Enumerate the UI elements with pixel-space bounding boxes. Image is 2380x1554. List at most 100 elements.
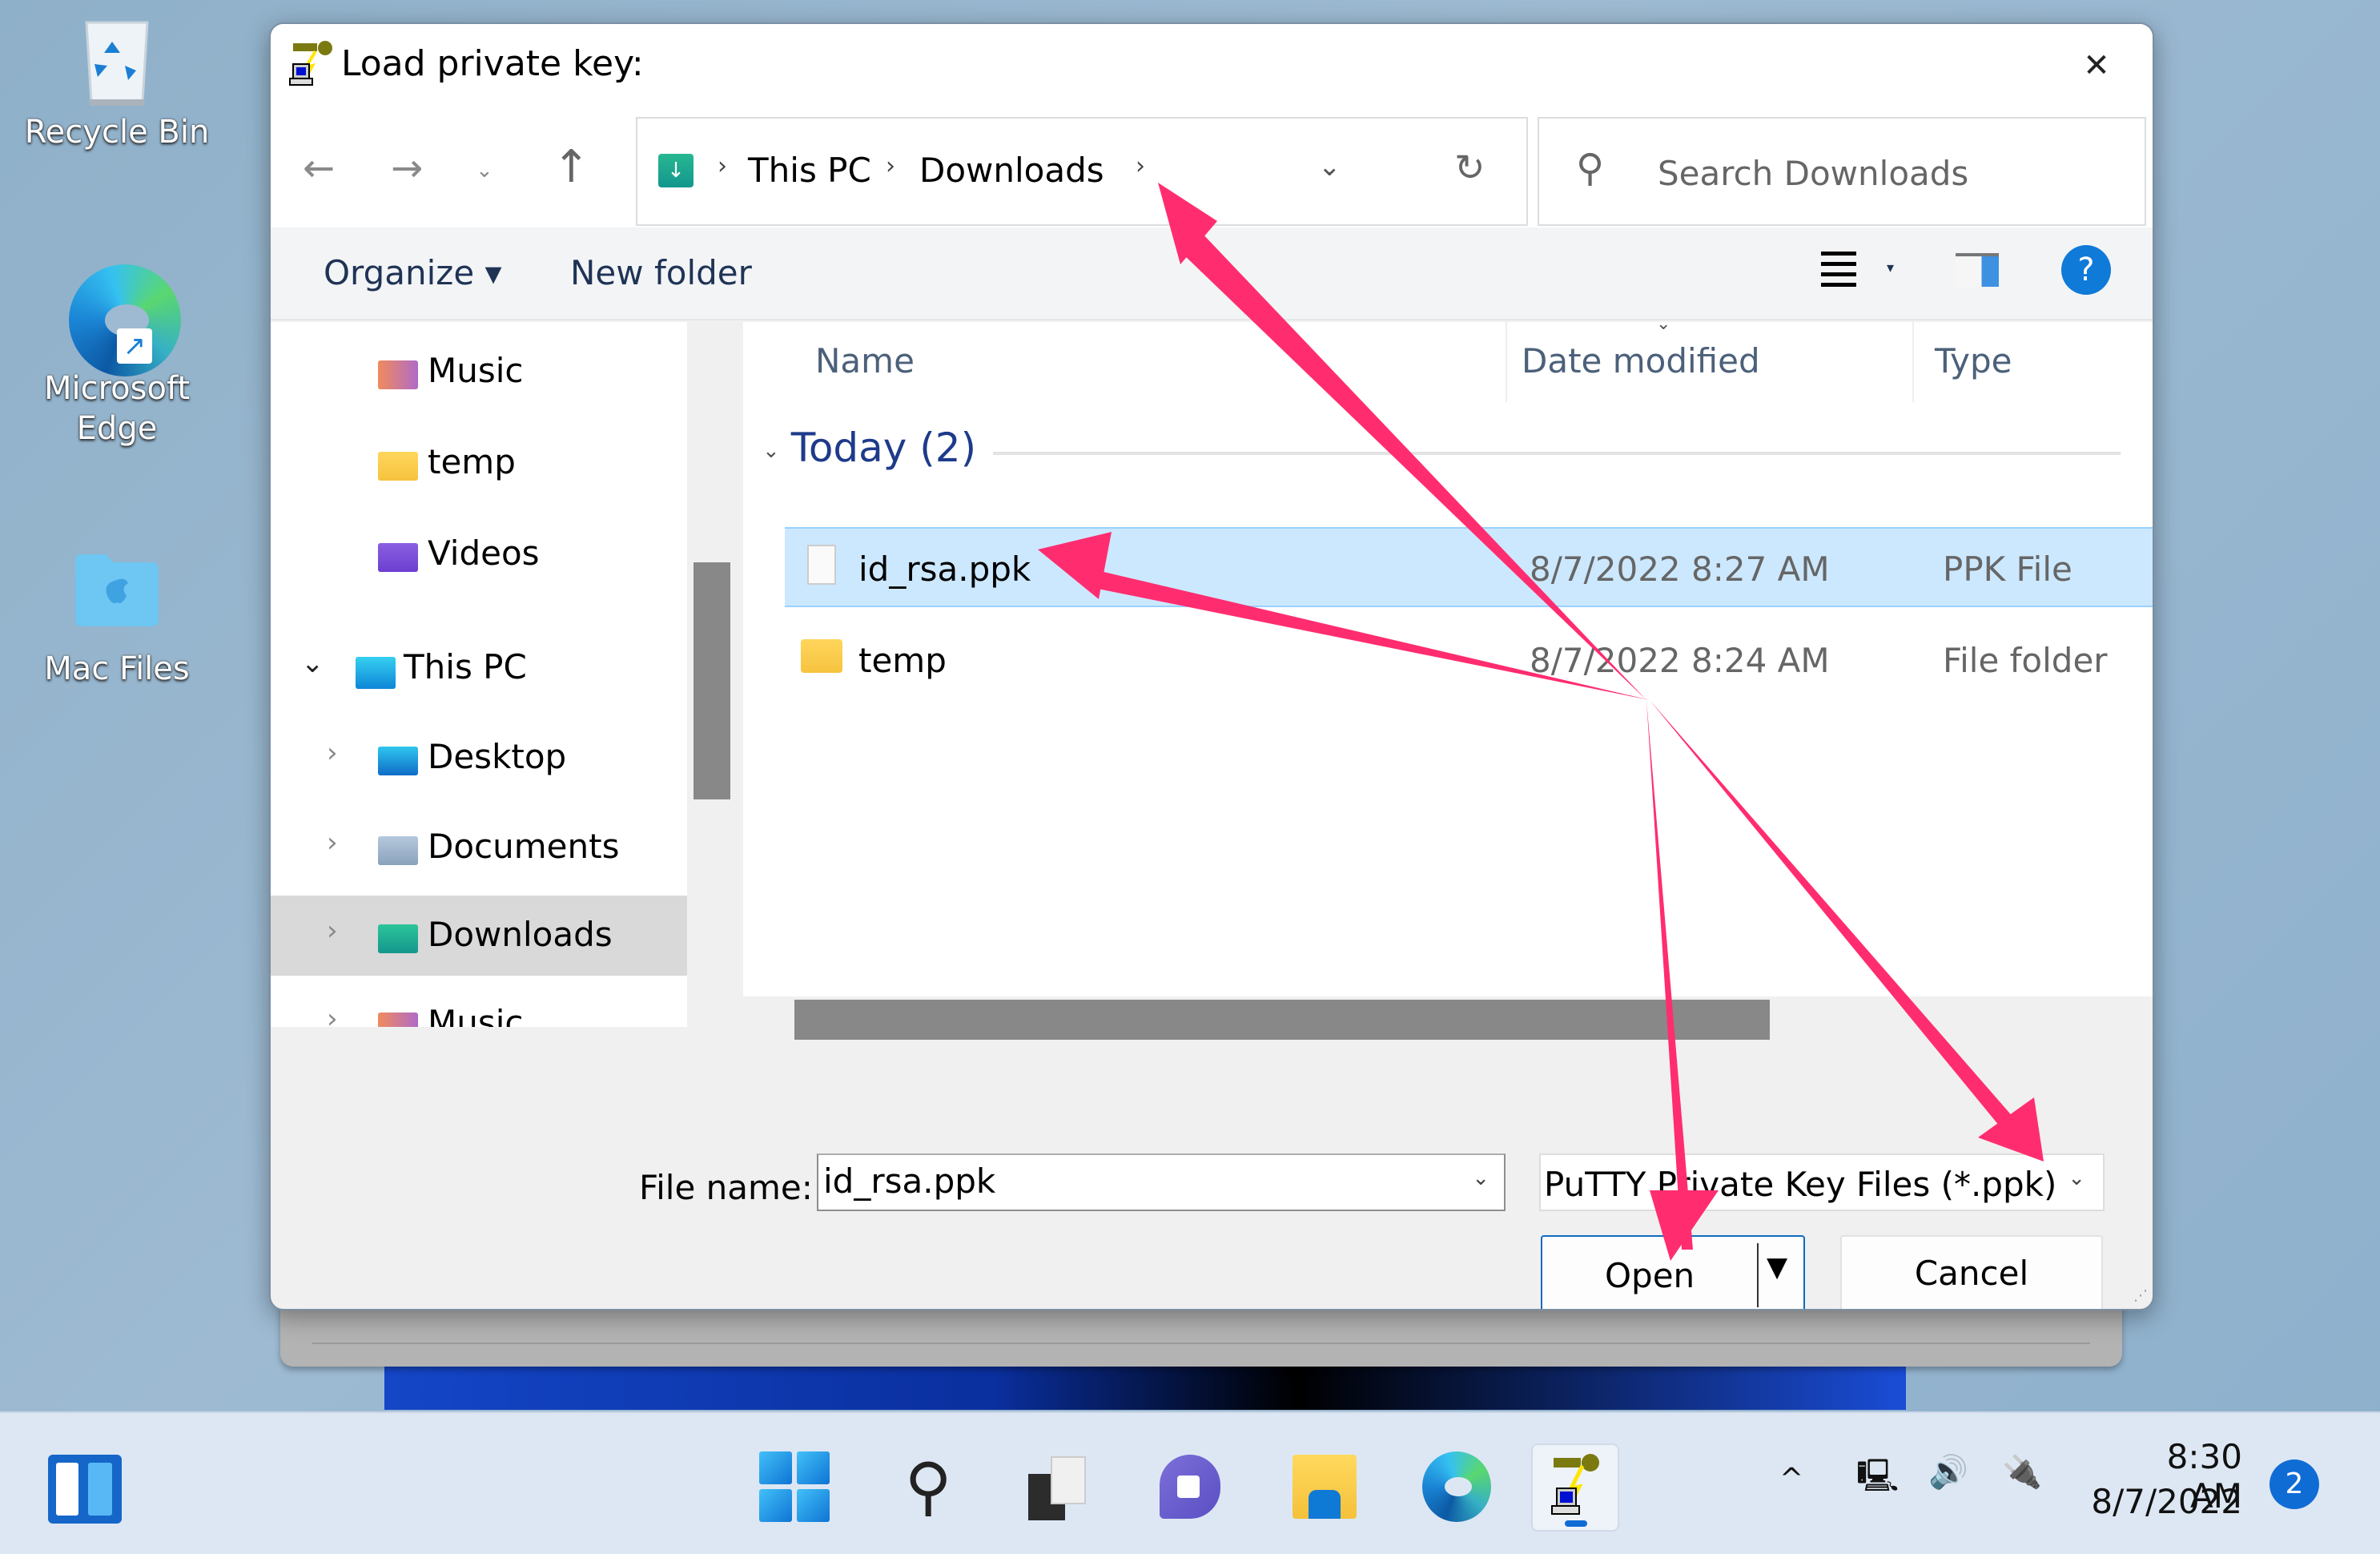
breadcrumb-separator: ›: [718, 152, 727, 180]
help-button[interactable]: ?: [2061, 245, 2111, 295]
desktop-icon-mac-files[interactable]: Mac Files: [13, 545, 221, 689]
music-folder-icon: [378, 360, 418, 389]
running-indicator: [1565, 1520, 1587, 1527]
search-icon: ⚲: [904, 1449, 952, 1524]
new-folder-button[interactable]: New folder: [570, 253, 752, 292]
file-name: id_rsa.ppk: [858, 550, 1031, 589]
forward-button[interactable]: →: [391, 146, 423, 191]
chevron-down-icon[interactable]: ⌄: [301, 647, 324, 679]
arrow-left-icon: ←: [303, 146, 336, 191]
file-list-scroll-thumb[interactable]: [794, 1000, 1770, 1040]
desktop-icon-label: Recycle Bin: [24, 114, 210, 151]
nav-item-videos[interactable]: Videos: [271, 514, 687, 594]
nav-item-downloads[interactable]: › Downloads: [271, 896, 687, 976]
recent-locations-button[interactable]: ⌄: [476, 159, 493, 183]
open-button[interactable]: Open ▼: [1541, 1235, 1805, 1309]
chevron-right-icon[interactable]: ›: [327, 915, 338, 947]
organize-button[interactable]: Organize ▾: [324, 253, 502, 292]
nav-item-documents[interactable]: › Documents: [271, 807, 687, 888]
nav-pane-scroll-thumb[interactable]: [693, 562, 730, 799]
this-pc-icon: [356, 657, 396, 689]
desktop-icon-label: Mac Files: [44, 650, 190, 687]
column-header-type[interactable]: Type: [1935, 341, 2012, 380]
nav-item-this-pc[interactable]: ⌄ This PC: [271, 628, 687, 708]
up-button[interactable]: ↑: [553, 141, 590, 193]
chevron-right-icon[interactable]: ›: [327, 737, 338, 769]
taskbar-puttygen-button[interactable]: [1531, 1443, 1619, 1532]
address-bar[interactable]: ↓ › This PC › Downloads › ⌄ ↻: [636, 117, 1528, 226]
taskbar-chat-button[interactable]: [1145, 1443, 1233, 1532]
breadcrumb-separator: ›: [886, 152, 895, 180]
file-name-input[interactable]: [818, 1155, 1427, 1207]
volume-icon[interactable]: 🔊: [1928, 1453, 1968, 1491]
nav-item-music[interactable]: › Music: [271, 984, 687, 1027]
chevron-right-icon[interactable]: ›: [327, 827, 338, 859]
arrow-up-icon: ↑: [553, 141, 590, 193]
file-name-combobox[interactable]: ⌄: [817, 1153, 1506, 1211]
breadcrumb-this-pc[interactable]: This PC: [748, 151, 871, 190]
title-bar[interactable]: Load private key: ✕: [271, 24, 2153, 117]
cancel-button[interactable]: Cancel: [1840, 1235, 2103, 1309]
column-header-date-modified[interactable]: Date modified: [1522, 341, 1760, 380]
address-history-dropdown[interactable]: ⌄: [1318, 151, 1341, 183]
search-placeholder: Search Downloads: [1658, 154, 1969, 193]
open-options-dropdown[interactable]: ▼: [1767, 1251, 1787, 1283]
taskbar-start-button[interactable]: [750, 1443, 838, 1532]
breadcrumb-downloads[interactable]: Downloads: [919, 151, 1104, 190]
resize-grip-icon[interactable]: ⋰: [2133, 1287, 2148, 1304]
battery-charging-icon[interactable]: 🔌: [2002, 1453, 2042, 1491]
show-hidden-icons-button[interactable]: ^: [1779, 1463, 1803, 1496]
search-icon: ⚲: [1576, 146, 1605, 191]
chevron-right-icon[interactable]: ›: [327, 1003, 338, 1027]
shortcut-arrow-icon: ↗: [117, 328, 152, 364]
taskbar-file-explorer-button[interactable]: [1280, 1443, 1368, 1532]
refresh-button[interactable]: ↻: [1454, 146, 1485, 189]
desktop-icon-microsoft-edge[interactable]: ↗ Microsoft Edge: [13, 264, 221, 449]
view-options-button[interactable]: [1816, 245, 1861, 295]
breadcrumb-separator[interactable]: ›: [1136, 152, 1145, 180]
nav-item-desktop[interactable]: › Desktop: [271, 718, 687, 798]
file-date: 8/7/2022 8:27 AM: [1530, 550, 1830, 589]
file-name: temp: [858, 641, 947, 680]
folder-icon: [801, 639, 842, 673]
column-divider[interactable]: [1506, 322, 1507, 402]
file-type-filter[interactable]: PuTTY Private Key Files (*.ppk) ⌄: [1539, 1153, 2105, 1211]
nav-item-label: Music: [428, 1003, 524, 1027]
column-divider[interactable]: [1912, 322, 1914, 402]
dialog-title: Load private key:: [341, 43, 644, 84]
view-options-dropdown[interactable]: ▾: [1887, 260, 1894, 276]
group-header-today[interactable]: ⌄ Today (2): [762, 425, 976, 471]
list-view-icon: [1816, 252, 1861, 287]
preview-pane-button[interactable]: [1956, 253, 1999, 287]
file-row-temp[interactable]: temp 8/7/2022 8:24 AM File folder: [785, 620, 2153, 700]
widgets-button[interactable]: [48, 1455, 122, 1524]
close-icon: ✕: [2083, 47, 2110, 84]
chevron-down-icon[interactable]: ⌄: [1472, 1166, 1490, 1190]
taskbar-task-view-button[interactable]: [1012, 1443, 1100, 1532]
sort-descending-icon: ⌄: [1656, 314, 1671, 334]
arrow-right-icon: →: [391, 146, 424, 191]
mac-folder-icon: [69, 545, 165, 641]
chevron-down-icon: ⌄: [762, 438, 780, 463]
nav-item-temp[interactable]: temp: [271, 423, 687, 503]
taskbar-edge-button[interactable]: [1411, 1443, 1499, 1532]
close-button[interactable]: ✕: [2072, 42, 2121, 90]
nav-item-music[interactable]: Music: [271, 332, 687, 412]
nav-item-label: Documents: [428, 827, 620, 866]
edge-icon: ↗: [69, 264, 181, 376]
split-divider: [1757, 1243, 1759, 1307]
clock-date: 8/7/2022: [2091, 1482, 2242, 1521]
column-header-name[interactable]: Name: [815, 341, 915, 380]
notification-badge[interactable]: 2: [2269, 1459, 2319, 1509]
search-box[interactable]: ⚲ Search Downloads: [1538, 117, 2146, 226]
chevron-down-icon: ⌄: [476, 159, 493, 183]
refresh-icon: ↻: [1454, 146, 1485, 189]
taskbar-search-button[interactable]: ⚲: [884, 1443, 972, 1532]
back-button[interactable]: ←: [303, 146, 335, 191]
taskbar: ⚲ ^ 🖳 🔊 🔌 8:30 AM 8/7/2022 2: [0, 1411, 2380, 1554]
file-row-id-rsa-ppk[interactable]: id_rsa.ppk 8/7/2022 8:27 AM PPK File: [785, 527, 2153, 607]
network-icon[interactable]: 🖳: [1856, 1453, 1899, 1508]
file-icon: [807, 545, 836, 585]
desktop-icon-recycle-bin[interactable]: Recycle Bin: [13, 8, 221, 152]
dialog-body: Music temp Videos ⌄ This PC › Desktop › …: [271, 314, 2153, 1040]
